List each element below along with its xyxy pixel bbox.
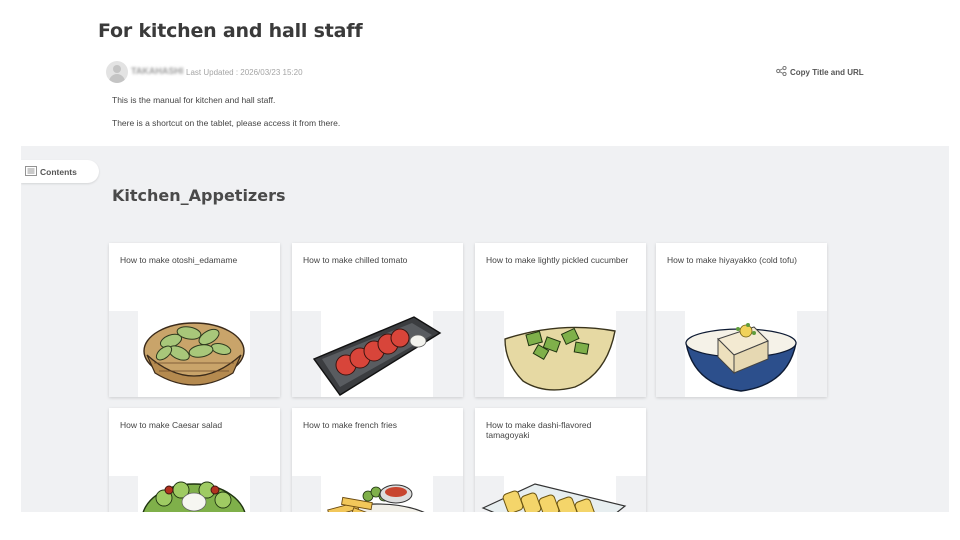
contents-label: Contents: [40, 166, 77, 177]
tomato-plate-image: [312, 316, 442, 396]
edamame-basket-image: [143, 322, 245, 386]
card-thumbnail: [292, 476, 463, 512]
card-title: How to make chilled tomato: [303, 255, 408, 265]
card-title: How to make french fries: [303, 420, 398, 430]
french-fries-image: [327, 484, 425, 512]
card-thumbnail: [292, 311, 463, 397]
manual-card[interactable]: How to make chilled tomato: [292, 243, 463, 397]
contents-toggle-button[interactable]: Contents: [21, 160, 99, 183]
author-name[interactable]: TAKAHASHI: [131, 66, 183, 76]
copy-title-url-label: Copy Title and URL: [790, 67, 864, 77]
manual-card[interactable]: How to make Caesar salad: [109, 408, 280, 512]
card-thumbnail: [109, 311, 280, 397]
manual-card[interactable]: How to make lightly pickled cucumber: [475, 243, 646, 397]
share-icon: [776, 65, 787, 78]
card-title: How to make hiyayakko (cold tofu): [667, 255, 797, 265]
caesar-salad-image: [142, 481, 246, 512]
card-title: How to make lightly pickled cucumber: [486, 255, 629, 265]
card-title: How to make dashi-flavored tamagoyaki: [486, 420, 592, 440]
copy-title-url-button[interactable]: Copy Title and URL: [776, 65, 864, 78]
card-title: How to make Caesar salad: [120, 420, 223, 430]
intro-text: This is the manual for kitchen and hall …: [112, 95, 276, 105]
tamagoyaki-plate-image: [481, 483, 627, 512]
card-title: How to make otoshi_edamame: [120, 255, 238, 265]
card-thumbnail: [475, 311, 646, 397]
meta-row: TAKAHASHI Last Updated : 2026/03/23 15:2…: [106, 61, 876, 83]
manual-card[interactable]: How to make hiyayakko (cold tofu): [656, 243, 827, 397]
avatar[interactable]: [106, 61, 128, 83]
manual-card[interactable]: How to make french fries: [292, 408, 463, 512]
list-icon: [25, 165, 37, 178]
section-title: Kitchen_Appetizers: [112, 186, 286, 205]
tofu-bowl-image: [685, 323, 797, 392]
card-thumbnail: [109, 476, 280, 512]
manual-card[interactable]: How to make otoshi_edamame: [109, 243, 280, 397]
page-title: For kitchen and hall staff: [98, 20, 363, 42]
manual-card[interactable]: How to make dashi-flavored tamagoyaki: [475, 408, 646, 512]
card-thumbnail: [475, 476, 646, 512]
cucumber-bowl-image: [504, 326, 616, 391]
content-area: Contents Kitchen_Appetizers How to make …: [21, 146, 949, 512]
intro-text: There is a shortcut on the tablet, pleas…: [112, 118, 341, 128]
card-thumbnail: [656, 311, 827, 397]
last-updated: Last Updated : 2026/03/23 15:20: [186, 68, 303, 77]
